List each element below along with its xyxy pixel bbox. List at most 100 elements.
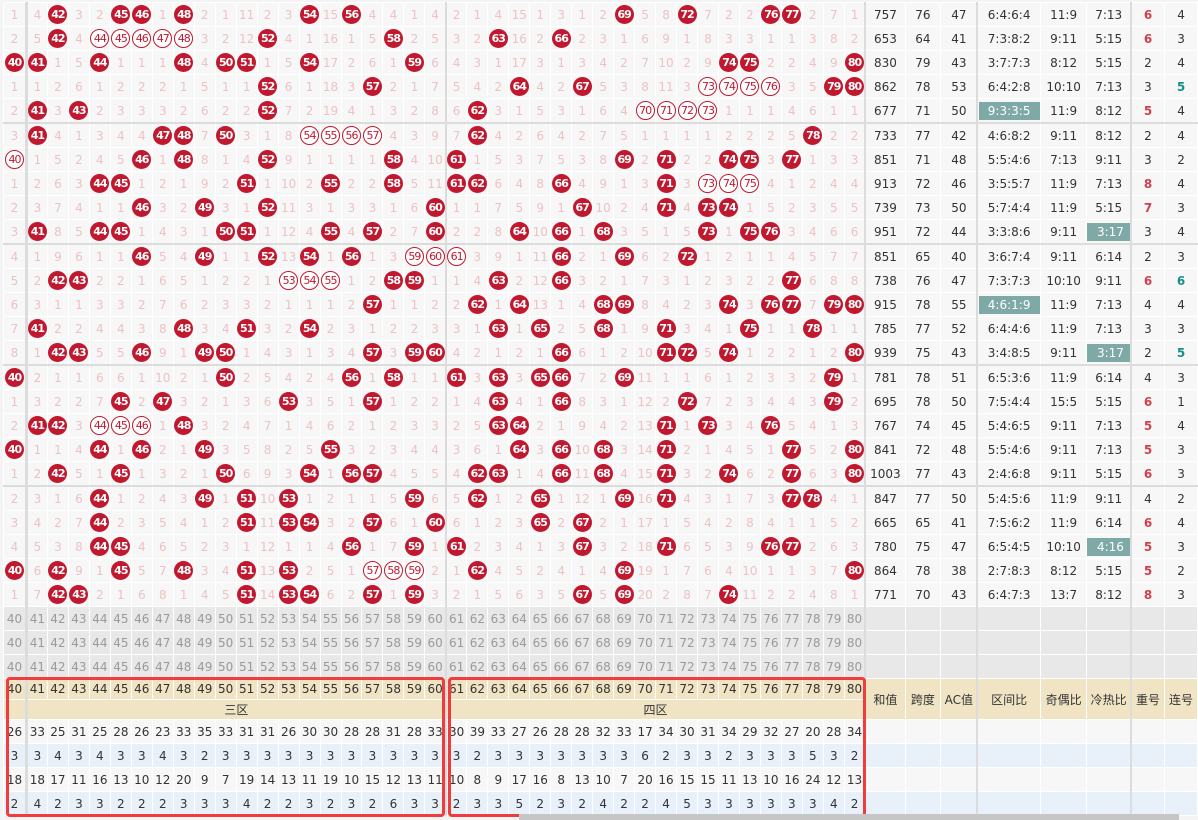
omission-count: 1 xyxy=(809,345,817,360)
number-cell: 1 xyxy=(780,171,803,196)
drawn-ball: 71 xyxy=(656,440,676,459)
omission-count: 2 xyxy=(494,79,503,94)
reference-number-text: 47 xyxy=(155,611,171,626)
reference-number-text: 78 xyxy=(805,611,821,626)
omission-count: 11 xyxy=(742,587,758,602)
number-cell: 3 xyxy=(130,98,153,124)
drawn-ball: 69 xyxy=(614,585,634,604)
omission-count: 6 xyxy=(158,273,167,288)
cold-hot-ratio: 3:17 xyxy=(1086,340,1132,366)
omission-count: 1 xyxy=(158,152,167,167)
consecutive-ball: 53 xyxy=(279,271,299,290)
summary-cell: 4 xyxy=(822,791,845,816)
omission-count: 3 xyxy=(326,345,335,360)
omission-count: 4 xyxy=(641,200,649,215)
omission-count: 4 xyxy=(389,466,398,481)
odd-even-ratio: 10:10 xyxy=(1039,534,1088,559)
summary-cell: 2 xyxy=(151,791,174,816)
header-number: 42 xyxy=(46,678,69,700)
ac-value: 43 xyxy=(940,461,979,487)
omission-count: 2 xyxy=(54,394,62,409)
omission-count: 13 xyxy=(532,297,548,312)
reference-number: 49 xyxy=(193,606,216,631)
omission-count: 3 xyxy=(767,370,775,385)
cold-hot-ratio: 6:14 xyxy=(1086,510,1132,535)
number-cell: 6 xyxy=(151,534,174,559)
number-cell: 43 xyxy=(67,98,90,124)
number-reference-row: 40 41 42 43 44 45 46 47 48 49 50 51 52 53 54 55 56 57 58 59… xyxy=(3,606,1198,631)
summary-cell: 3 xyxy=(382,743,405,768)
reference-number-text: 78 xyxy=(805,635,821,650)
summary-cell: 34 xyxy=(717,719,740,744)
drawn-ball: 67 xyxy=(572,537,592,556)
number-cell: 2 xyxy=(340,413,363,438)
omission-count: 5 xyxy=(431,466,439,481)
summary-value: 3 xyxy=(557,748,566,763)
reference-number: 55 xyxy=(319,654,342,679)
summary-value: 11 xyxy=(301,772,318,787)
omission-count: 2 xyxy=(704,152,712,167)
number-cell: 3 xyxy=(277,2,300,27)
drawn-ball: 68 xyxy=(593,295,613,314)
reference-number: 68 xyxy=(592,606,615,631)
consecutive-ball: 71 xyxy=(656,101,676,120)
summary-cell: 3 xyxy=(445,743,468,768)
number-cell: 4 xyxy=(25,510,48,535)
ac-value: 48 xyxy=(940,437,979,462)
number-cell: 80 xyxy=(843,340,867,366)
omission-count: 2 xyxy=(452,418,461,433)
number-cell: 18 xyxy=(319,74,342,99)
omission-count: 3 xyxy=(683,79,691,94)
omission-count: 1 xyxy=(850,491,859,506)
ac-value-text: 43 xyxy=(951,345,967,360)
stat-header-label: 跨度 xyxy=(910,692,935,707)
drawn-ball: 52 xyxy=(258,29,278,48)
number-cell: 3 xyxy=(277,340,300,366)
drawn-ball: 48 xyxy=(174,150,194,169)
span-value: 75 xyxy=(904,340,942,366)
header-number: 70 xyxy=(634,678,657,700)
omission-count: 1 xyxy=(117,200,125,215)
summary-cell: 4 xyxy=(46,743,69,768)
omission-count: 2 xyxy=(96,7,104,22)
number-cell: 4 xyxy=(67,195,90,220)
omission-count: 2 xyxy=(179,103,188,118)
drawn-ball: 73 xyxy=(698,198,718,217)
number-cell: 1 xyxy=(780,510,803,535)
drawn-ball: 45 xyxy=(111,5,131,24)
summary-stat-row: 2423322233342232326332335232422453333334… xyxy=(3,791,1198,816)
number-cell: 3 xyxy=(676,171,698,196)
number-cell: 3 xyxy=(550,534,573,559)
cold-hot-ratio: 9:11 xyxy=(1086,485,1132,511)
number-cell: 50 xyxy=(214,340,237,366)
number-cell: 3 xyxy=(340,437,363,462)
drawn-ball: 76 xyxy=(761,222,781,241)
summary-value: 27 xyxy=(784,724,800,739)
number-cell: 16 xyxy=(508,26,531,51)
header-number: 51 xyxy=(235,678,258,700)
omission-count: 4 xyxy=(829,176,838,191)
summary-value: 10 xyxy=(343,772,360,787)
omission-count: 1 xyxy=(305,539,314,554)
horizontal-scrollbar[interactable] xyxy=(519,814,1179,820)
number-cell: 3 xyxy=(3,219,28,245)
omission-count: 6 xyxy=(494,176,503,191)
omission-count: 1 xyxy=(263,128,272,143)
reference-number: 50 xyxy=(214,606,237,631)
odd-even-ratio: 11:9 xyxy=(1039,510,1088,535)
drawn-ball: 59 xyxy=(404,489,424,508)
header-number-text: 79 xyxy=(826,682,842,696)
number-cell: 1 xyxy=(67,292,90,317)
number-cell: 3 xyxy=(759,485,782,511)
reference-number-text: 77 xyxy=(784,659,800,674)
omission-count: 4 xyxy=(494,7,503,22)
cold-hot-ratio: 8:12 xyxy=(1086,122,1132,148)
reference-number: 47 xyxy=(151,606,174,631)
number-cell: 5 xyxy=(88,340,111,366)
number-cell: 2 xyxy=(193,2,216,27)
header-number-text: 66 xyxy=(553,682,569,696)
omission-count: 2 xyxy=(829,345,838,360)
consecutive-count: 6 xyxy=(1164,268,1198,293)
omission-count: 1 xyxy=(725,321,733,336)
omission-count: 6 xyxy=(431,491,439,506)
